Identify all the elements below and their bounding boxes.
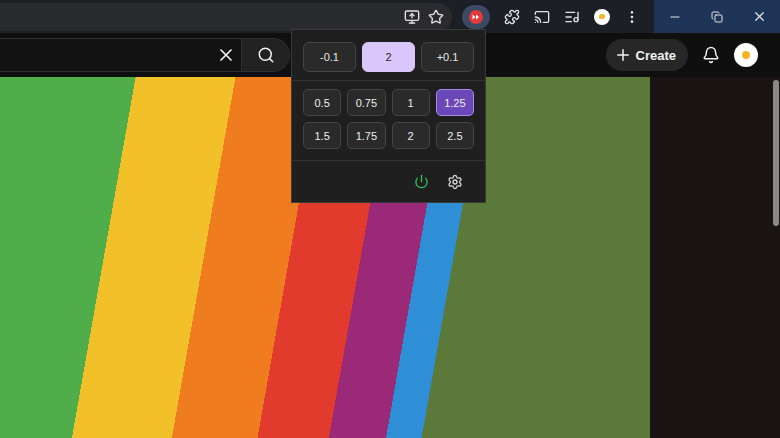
plus-icon[interactable] xyxy=(614,46,632,64)
speed-extension-button[interactable] xyxy=(462,5,490,29)
power-icon[interactable] xyxy=(414,174,429,189)
minimize-button[interactable] xyxy=(654,0,696,33)
speed-preset-button[interactable]: 2.5 xyxy=(436,122,474,149)
speed-preset-button[interactable]: 1.75 xyxy=(347,122,385,149)
clear-search-button[interactable] xyxy=(211,45,241,65)
search-button[interactable] xyxy=(241,39,289,71)
speed-preset-button[interactable]: 1.25 xyxy=(436,89,474,116)
scrollbar-thumb[interactable] xyxy=(773,80,779,226)
create-button[interactable]: Create xyxy=(606,39,688,71)
speed-presets: 0.50.75 11.25 1.51.75 22.5 xyxy=(292,81,485,161)
minimize-icon[interactable] xyxy=(668,10,682,24)
notifications-bell-icon[interactable] xyxy=(702,46,720,64)
speed-preset-button[interactable]: 0.5 xyxy=(303,89,341,116)
window-controls xyxy=(654,0,780,33)
account-avatar[interactable] xyxy=(734,43,758,67)
browser-window: Create-0.12+0.10.50.7511.251.51.7522.5 xyxy=(0,0,780,438)
restore-icon[interactable] xyxy=(711,11,723,23)
speed-preset-button[interactable]: 1.5 xyxy=(303,122,341,149)
close-icon[interactable] xyxy=(752,9,767,24)
speed-preset-button[interactable]: 2 xyxy=(392,122,430,149)
speed-popup: -0.12+0.10.50.7511.251.51.7522.5 xyxy=(291,29,486,203)
extension-icons xyxy=(452,5,654,29)
side-panel xyxy=(650,77,780,438)
restore-button[interactable] xyxy=(696,0,738,33)
search-input[interactable] xyxy=(0,47,211,64)
speed-step-row: -0.12+0.1 xyxy=(292,30,485,81)
speed-preset-button[interactable]: 1 xyxy=(392,89,430,116)
power-toggle[interactable] xyxy=(414,174,429,189)
bookmark-star-icon[interactable] xyxy=(428,9,444,25)
screen-share-icon[interactable] xyxy=(404,9,420,25)
menu-dots-icon[interactable] xyxy=(624,9,640,25)
close-button[interactable] xyxy=(738,0,780,33)
clear-x-icon[interactable] xyxy=(216,45,236,65)
decrement-button[interactable]: -0.1 xyxy=(303,42,356,72)
address-bar[interactable] xyxy=(0,3,452,31)
increment-button[interactable]: +0.1 xyxy=(421,42,474,72)
cast-icon[interactable] xyxy=(534,9,550,25)
current-speed: 2 xyxy=(362,42,415,72)
media-controls-icon[interactable] xyxy=(564,9,580,25)
search-icon[interactable] xyxy=(257,46,275,64)
speed-preset-button[interactable]: 0.75 xyxy=(347,89,385,116)
search-box xyxy=(0,38,290,72)
settings-gear-icon[interactable] xyxy=(447,174,463,190)
profile-avatar[interactable] xyxy=(594,9,610,25)
popup-footer xyxy=(292,161,485,202)
speed-extension-icon xyxy=(469,10,483,24)
extensions-puzzle-icon[interactable] xyxy=(504,9,520,25)
